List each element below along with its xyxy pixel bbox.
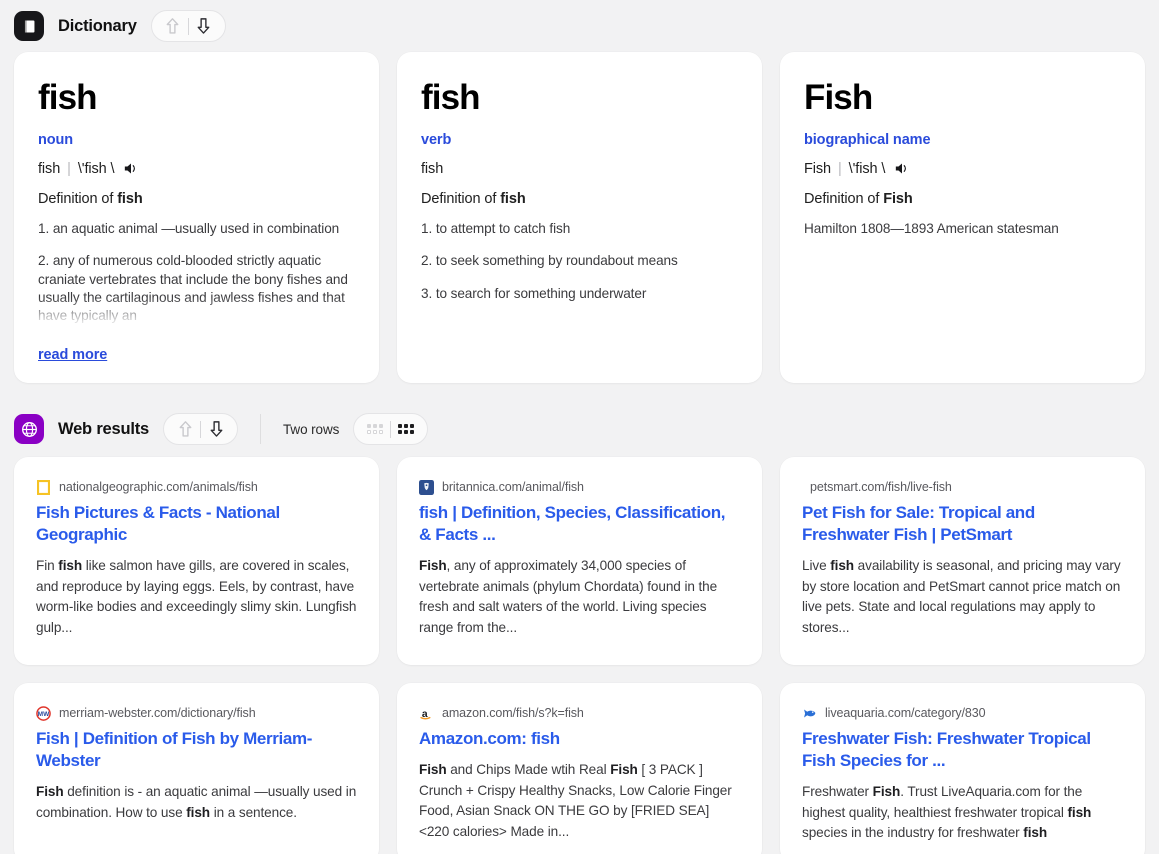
book-icon — [14, 11, 44, 41]
dictionary-card: fish verb fish Definition of fish 1. to atte… — [397, 52, 762, 383]
result-url: petsmart.com/fish/live-fish — [810, 480, 952, 494]
definition-item: 1. an aquatic animal —usually used in co… — [38, 220, 340, 236]
web-results-section-header: Web results Two rows — [0, 401, 1159, 457]
web-result-card[interactable]: a amazon.com/fish/s?k=fish Amazon.com: fis… — [397, 683, 762, 854]
definition-label: Definition of — [804, 190, 884, 207]
definition-label: Definition of — [421, 190, 501, 207]
result-snippet: Fish definition is - an aquatic animal —… — [36, 784, 357, 820]
web-result-card[interactable]: nationalgeographic.com/animals/fish Fish … — [14, 457, 379, 665]
definition-item: Hamilton 1808—1893 American statesman — [804, 220, 1059, 236]
result-title-link[interactable]: Pet Fish for Sale: Tropical and Freshwat… — [802, 502, 1123, 546]
dictionary-word: fish — [38, 78, 98, 117]
result-url-row: a amazon.com/fish/s?k=fish — [419, 705, 740, 721]
definition-label: Definition of — [38, 190, 118, 207]
web-nav-pill — [163, 413, 239, 445]
result-url-row: britannica.com/animal/fish — [419, 479, 740, 495]
britannica-icon — [419, 479, 434, 495]
layout-toggle — [353, 413, 429, 445]
definition-list: Hamilton 1808—1893 American statesman — [804, 220, 1121, 363]
natgeo-icon — [36, 479, 51, 495]
arrow-down-icon[interactable] — [201, 414, 231, 444]
pronunciation-row: Fish | \'fish \ — [804, 161, 1121, 177]
read-more-link[interactable]: read more — [38, 347, 107, 363]
part-of-speech: verb — [421, 131, 452, 148]
web-result-card[interactable]: britannica.com/animal/fish fish | Definit… — [397, 457, 762, 665]
definition-item: 2. any of numerous cold-blooded strictly… — [38, 253, 348, 324]
result-url-row: liveaquaria.com/category/830 — [802, 705, 1123, 721]
result-title-link[interactable]: Freshwater Fish: Freshwater Tropical Fis… — [802, 728, 1123, 772]
web-results-grid: nationalgeographic.com/animals/fish Fish … — [0, 457, 1159, 854]
header-divider — [260, 414, 262, 444]
result-title-link[interactable]: Fish | Definition of Fish by Merriam-Web… — [36, 728, 357, 772]
result-snippet: Fish and Chips Made wtih Real Fish [ 3 P… — [419, 762, 732, 839]
arrow-down-icon[interactable] — [189, 11, 219, 41]
dictionary-nav-pill — [150, 10, 226, 42]
dictionary-cards-row: fish noun fish | \'fish \ Definition of fish 1… — [0, 52, 1159, 383]
speaker-icon[interactable] — [891, 161, 911, 176]
grid-dots-light — [367, 424, 384, 434]
result-snippet: Fish, any of approximately 34,000 specie… — [419, 558, 718, 635]
web-result-card[interactable]: liveaquaria.com/category/830 Freshwater F… — [780, 683, 1145, 854]
pronunciation-row: fish | \'fish \ — [38, 161, 355, 177]
headword: fish — [38, 160, 61, 177]
part-of-speech: noun — [38, 131, 74, 148]
definition-heading: Definition of fish — [421, 191, 738, 207]
definition-item: 2. to seek something by roundabout means — [421, 253, 678, 269]
result-url-row: nationalgeographic.com/animals/fish — [36, 479, 357, 495]
definition-list: 1. to attempt to catch fish 2. to seek so… — [421, 220, 738, 363]
result-snippet: Freshwater Fish. Trust LiveAquaria.com f… — [802, 784, 1092, 841]
result-title-link[interactable]: Amazon.com: fish — [419, 728, 740, 750]
arrow-up-icon[interactable] — [170, 414, 200, 444]
pronunciation-divider: | — [67, 160, 71, 177]
grid-dots-dark — [398, 424, 415, 434]
grid-one-row-icon[interactable] — [360, 414, 390, 444]
definition-word: Fish — [883, 190, 913, 207]
result-snippet: Fin fish like salmon have gills, are cov… — [36, 558, 357, 635]
grid-two-rows-icon[interactable] — [391, 414, 421, 444]
result-url: amazon.com/fish/s?k=fish — [442, 706, 584, 720]
speaker-icon[interactable] — [120, 161, 140, 176]
dictionary-word: fish — [421, 78, 481, 117]
web-results-title: Web results — [58, 419, 150, 438]
web-result-card[interactable]: MW merriam-webster.com/dictionary/fish Fis… — [14, 683, 379, 854]
result-snippet: Live fish availability is seasonal, and … — [802, 558, 1121, 635]
web-result-card[interactable]: petsmart.com/fish/live-fish Pet Fish for … — [780, 457, 1145, 665]
pronunciation: \'fish \ — [77, 160, 115, 177]
globe-icon — [14, 414, 44, 444]
svg-text:MW: MW — [38, 710, 50, 717]
part-of-speech: biographical name — [804, 131, 931, 148]
headword: fish — [421, 160, 444, 177]
dictionary-card: Fish biographical name Fish | \'fish \ Defini… — [780, 52, 1145, 383]
liveaquaria-icon — [802, 706, 817, 721]
headword: Fish — [804, 160, 831, 177]
dictionary-card: fish noun fish | \'fish \ Definition of fish 1… — [14, 52, 379, 383]
definition-word: fish — [117, 190, 143, 207]
result-url-row: petsmart.com/fish/live-fish — [802, 479, 1123, 495]
dictionary-word: Fish — [804, 78, 873, 117]
definition-heading: Definition of Fish — [804, 191, 1121, 207]
definition-item: 1. to attempt to catch fish — [421, 220, 571, 236]
result-url: britannica.com/animal/fish — [442, 480, 584, 494]
definition-heading: Definition of fish — [38, 191, 355, 207]
result-url: liveaquaria.com/category/830 — [825, 706, 986, 720]
result-url: nationalgeographic.com/animals/fish — [59, 480, 258, 494]
amazon-icon: a — [419, 706, 434, 721]
arrow-up-icon[interactable] — [158, 11, 188, 41]
result-url-row: MW merriam-webster.com/dictionary/fish — [36, 705, 357, 721]
definition-word: fish — [500, 190, 526, 207]
result-title-link[interactable]: fish | Definition, Species, Classificati… — [419, 502, 740, 546]
page-title: Dictionary — [58, 16, 137, 35]
pronunciation-row: fish — [421, 161, 738, 177]
pronunciation-divider: | — [838, 160, 842, 177]
result-title-link[interactable]: Fish Pictures & Facts - National Geograp… — [36, 502, 357, 546]
definition-item: 3. to search for something underwater — [421, 285, 647, 301]
rows-label: Two rows — [283, 421, 340, 437]
definition-list: 1. an aquatic animal —usually used in co… — [38, 220, 355, 343]
merriam-webster-icon: MW — [36, 705, 51, 721]
dictionary-section-header: Dictionary — [0, 0, 1159, 52]
pronunciation: \'fish \ — [848, 160, 886, 177]
result-url: merriam-webster.com/dictionary/fish — [59, 706, 256, 720]
